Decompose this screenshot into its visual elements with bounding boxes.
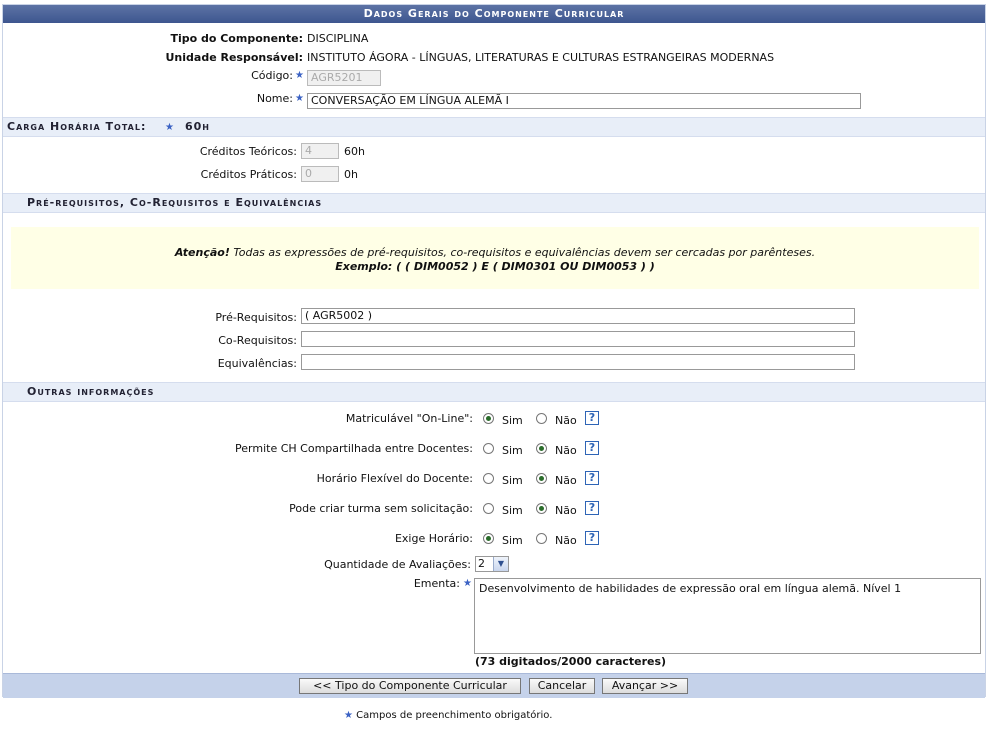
cancel-button[interactable]: Cancelar	[529, 678, 595, 694]
exige-horario-label: Exige Horário:	[394, 532, 473, 545]
radio-label-nao: Não	[555, 534, 577, 547]
radio-label-sim: Sim	[502, 534, 523, 547]
creditos-praticos-hours: 0h	[344, 168, 358, 181]
outras-informacoes-section: Outras informações	[3, 382, 985, 402]
note-strong: Atenção!	[174, 246, 230, 259]
ementa-label: Ementa:	[413, 577, 460, 590]
requisitos-section: Pré-requisitos, Co-Requisitos e Equivalê…	[3, 193, 985, 213]
pre-requisitos-input[interactable]: ( AGR5002 )	[301, 308, 855, 324]
required-legend: ★ Campos de preenchimento obrigatório.	[344, 710, 552, 721]
compartilhada-sim-radio[interactable]	[483, 443, 494, 454]
avaliacoes-select[interactable]: 2 ▼	[475, 556, 509, 572]
ementa-textarea[interactable]: Desenvolvimento de habilidades de expres…	[474, 578, 981, 654]
requisitos-section-title: Pré-requisitos, Co-Requisitos e Equivalê…	[27, 196, 323, 209]
creditos-teoricos-hours: 60h	[344, 145, 365, 158]
ementa-char-counter: (73 digitados/2000 caracteres)	[475, 655, 667, 668]
radio-label-nao: Não	[555, 444, 577, 457]
required-star-icon: ★	[295, 70, 304, 81]
help-icon[interactable]: ?	[585, 501, 599, 515]
help-icon[interactable]: ?	[585, 441, 599, 455]
carga-horaria-value: 60h	[185, 120, 211, 133]
unidade-value: INSTITUTO ÁGORA - LÍNGUAS, LITERATURAS E…	[307, 51, 775, 64]
tipo-value: DISCIPLINA	[307, 32, 369, 45]
radio-label-sim: Sim	[502, 474, 523, 487]
flexivel-sim-radio[interactable]	[483, 473, 494, 484]
carga-horaria-label: Carga Horária Total:	[7, 120, 147, 133]
exige-nao-radio[interactable]	[536, 533, 547, 544]
outras-section-title: Outras informações	[27, 385, 155, 398]
required-star-icon: ★	[463, 578, 472, 589]
button-bar: << Tipo do Componente Curricular Cancela…	[3, 673, 985, 698]
chevron-down-icon: ▼	[493, 557, 508, 571]
equivalencias-label: Equivalências:	[217, 357, 297, 370]
radio-label-nao: Não	[555, 504, 577, 517]
codigo-label: Código:	[251, 69, 293, 82]
component-form-panel: Dados Gerais do Componente Curricular Ti…	[2, 4, 986, 698]
note-example: Exemplo: ( ( DIM0052 ) E ( DIM0301 OU DI…	[335, 260, 655, 273]
attention-note: Atenção! Todas as expressões de pré-requ…	[11, 227, 979, 289]
equivalencias-input[interactable]	[301, 354, 855, 370]
codigo-input[interactable]: AGR5201	[307, 70, 381, 86]
help-icon[interactable]: ?	[585, 411, 599, 425]
co-requisitos-input[interactable]	[301, 331, 855, 347]
required-legend-text: Campos de preenchimento obrigatório.	[356, 710, 553, 721]
avaliacoes-selected-value: 2	[478, 557, 485, 570]
next-button[interactable]: Avançar >>	[602, 678, 688, 694]
required-star-icon: ★	[295, 93, 304, 104]
turma-sem-solicitacao-label: Pode criar turma sem solicitação:	[289, 502, 473, 515]
flexivel-label: Horário Flexível do Docente:	[316, 472, 473, 485]
matriculavel-label: Matriculável "On-Line":	[345, 412, 473, 425]
back-button[interactable]: << Tipo do Componente Curricular	[299, 678, 521, 694]
radio-label-sim: Sim	[502, 504, 523, 517]
creditos-praticos-label: Créditos Práticos:	[200, 168, 297, 181]
pre-requisitos-label: Pré-Requisitos:	[215, 311, 297, 324]
radio-label-sim: Sim	[502, 414, 523, 427]
exige-sim-radio[interactable]	[483, 533, 494, 544]
required-star-icon: ★	[165, 122, 175, 133]
radio-label-nao: Não	[555, 414, 577, 427]
creditos-praticos-input[interactable]: 0	[301, 166, 339, 182]
matriculavel-nao-radio[interactable]	[536, 413, 547, 424]
compartilhada-nao-radio[interactable]	[536, 443, 547, 454]
radio-label-sim: Sim	[502, 444, 523, 457]
creditos-teoricos-input[interactable]: 4	[301, 143, 339, 159]
turma-nao-radio[interactable]	[536, 503, 547, 514]
carga-horaria-section: Carga Horária Total: ★ 60h	[3, 117, 985, 137]
radio-label-nao: Não	[555, 474, 577, 487]
required-star-icon: ★	[344, 710, 353, 721]
creditos-teoricos-label: Créditos Teóricos:	[199, 145, 297, 158]
nome-label: Nome:	[256, 92, 293, 105]
co-requisitos-label: Co-Requisitos:	[218, 334, 297, 347]
nome-input[interactable]: CONVERSAÇÃO EM LÍNGUA ALEMÃ I	[307, 93, 861, 109]
compartilhada-label: Permite CH Compartilhada entre Docentes:	[235, 442, 473, 455]
matriculavel-sim-radio[interactable]	[483, 413, 494, 424]
flexivel-nao-radio[interactable]	[536, 473, 547, 484]
turma-sim-radio[interactable]	[483, 503, 494, 514]
tipo-label: Tipo do Componente:	[170, 32, 303, 45]
panel-title: Dados Gerais do Componente Curricular	[3, 5, 985, 23]
unidade-label: Unidade Responsável:	[165, 51, 303, 64]
help-icon[interactable]: ?	[585, 531, 599, 545]
help-icon[interactable]: ?	[585, 471, 599, 485]
note-text: Todas as expressões de pré-requisitos, c…	[229, 246, 816, 259]
avaliacoes-label: Quantidade de Avaliações:	[324, 558, 471, 571]
